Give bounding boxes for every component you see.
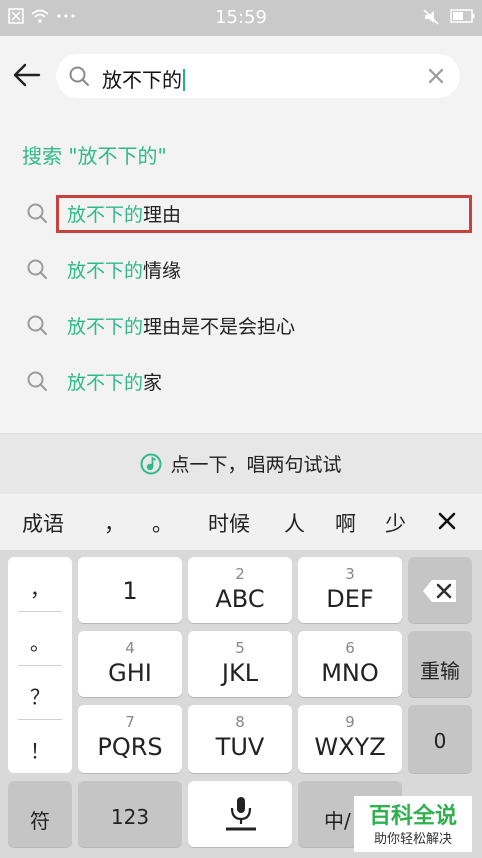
- suggestion-item[interactable]: 放不下的理由是不是会担心: [0, 300, 482, 352]
- key-1[interactable]: 1: [78, 557, 182, 623]
- microphone-icon: [224, 795, 258, 837]
- suggestion-text: 放不下的家: [67, 372, 163, 394]
- search-input[interactable]: 放不下的: [56, 54, 460, 98]
- battery-icon: [450, 8, 476, 28]
- selected-suggestion-highlight: [56, 195, 472, 233]
- voice-input-prompt[interactable]: 点一下，唱两句试试: [0, 433, 482, 494]
- voice-input-key[interactable]: [188, 781, 292, 847]
- punct-key-period[interactable]: 。: [8, 627, 72, 656]
- punct-key-comma[interactable]: ，: [8, 573, 72, 602]
- punct-key-exclaim[interactable]: ！: [8, 735, 72, 764]
- suggestion-item[interactable]: 放不下的家: [0, 356, 482, 408]
- search-icon: [68, 65, 90, 87]
- key-2[interactable]: 2 ABC: [188, 557, 292, 623]
- silent-mode-icon: [422, 8, 440, 30]
- clock: 15:59: [215, 7, 267, 28]
- search-header: 放不下的: [0, 36, 482, 116]
- key-8[interactable]: 8 TUV: [188, 705, 292, 773]
- candidate-item[interactable]: 人: [284, 508, 305, 538]
- text-cursor: [183, 69, 185, 91]
- key-4[interactable]: 4 GHI: [78, 631, 182, 697]
- suggestion-text: 放不下的情缘: [67, 260, 182, 282]
- ime-candidate-bar: 成语 ， 。 时候 人 啊 少: [0, 494, 482, 550]
- search-icon: [26, 314, 48, 336]
- divider: [18, 665, 62, 666]
- candidate-item[interactable]: 少: [385, 508, 406, 538]
- punctuation-column: ， 。 ？ ！: [8, 557, 72, 773]
- suggestion-text: 放不下的理由是不是会担心: [67, 316, 296, 338]
- watermark-title: 百科全说: [368, 804, 457, 829]
- key-5[interactable]: 5 JKL: [188, 631, 292, 697]
- punct-key-question[interactable]: ？: [8, 681, 72, 710]
- key-0[interactable]: 0: [408, 705, 472, 773]
- candidate-item[interactable]: 成语: [22, 508, 64, 538]
- back-arrow-icon[interactable]: [10, 58, 44, 92]
- search-icon: [26, 202, 48, 224]
- suggestion-item[interactable]: 放不下的情缘: [0, 244, 482, 296]
- clear-icon[interactable]: [426, 66, 446, 86]
- divider: [18, 719, 62, 720]
- backspace-icon: [422, 579, 458, 607]
- candidate-item[interactable]: 啊: [335, 508, 356, 538]
- search-for-query-link[interactable]: 搜索 "放不下的": [22, 140, 167, 169]
- key-6[interactable]: 6 MNO: [298, 631, 402, 697]
- search-icon: [26, 370, 48, 392]
- symbol-key[interactable]: 符: [8, 781, 72, 847]
- music-note-icon: [140, 453, 162, 475]
- voice-prompt-text: 点一下，唱两句试试: [170, 454, 342, 476]
- search-icon: [26, 258, 48, 280]
- candidate-item[interactable]: 时候: [208, 508, 250, 538]
- numbers-key[interactable]: 123: [78, 781, 182, 847]
- candidate-item[interactable]: ，: [104, 508, 125, 538]
- key-3[interactable]: 3 DEF: [298, 557, 402, 623]
- divider: [18, 611, 62, 612]
- key-9[interactable]: 9 WXYZ: [298, 705, 402, 773]
- key-7[interactable]: 7 PQRS: [78, 705, 182, 773]
- candidate-item[interactable]: 。: [152, 508, 173, 538]
- reinput-key[interactable]: 重输: [408, 631, 472, 697]
- search-query-text: 放不下的: [102, 64, 185, 93]
- backspace-key[interactable]: [408, 557, 472, 623]
- close-candidates-icon[interactable]: [436, 510, 458, 532]
- watermark-subtitle: 助你轻松解决: [373, 832, 452, 847]
- status-bar: 15:59: [0, 0, 482, 36]
- watermark-logo: 百科全说 助你轻松解决: [354, 796, 472, 852]
